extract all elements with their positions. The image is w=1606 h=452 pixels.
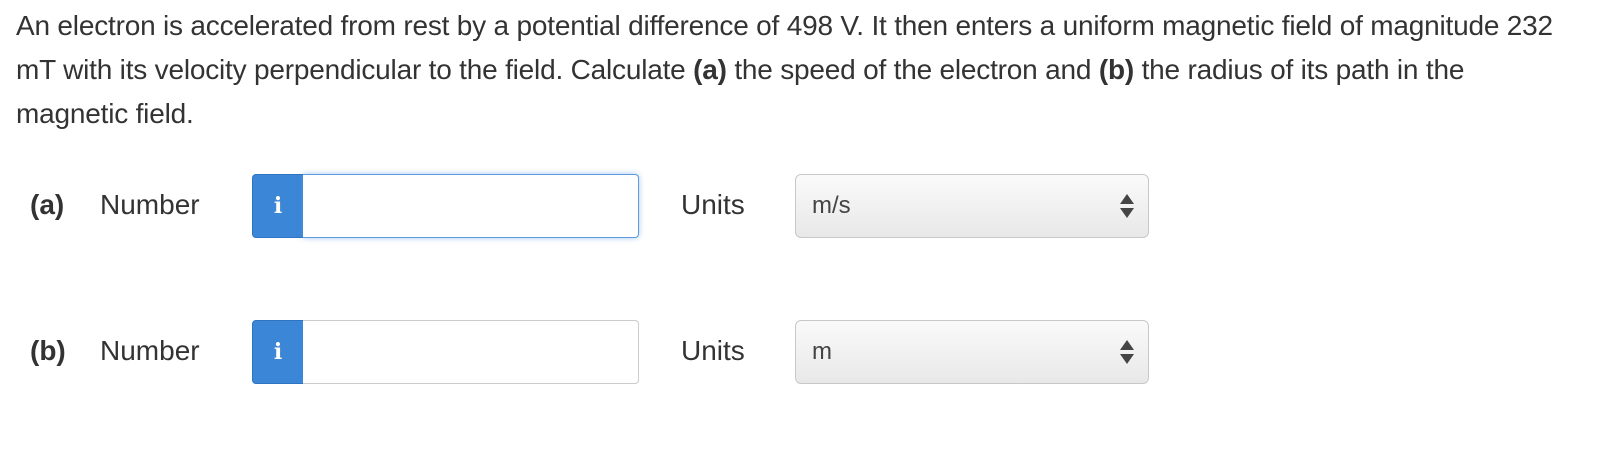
question-part-b-label: (b) [1098, 54, 1134, 85]
answer-row-a: (a) Number i Units m/s [0, 174, 1606, 240]
arrow-down-icon [1120, 354, 1134, 364]
question-text-part-2: the speed of the electron and [726, 54, 1099, 85]
number-input-b[interactable] [303, 320, 639, 384]
number-label-b: Number [100, 335, 200, 366]
question-part-a-label: (a) [693, 54, 727, 85]
info-icon[interactable]: i [252, 174, 304, 238]
units-label-a: Units [681, 189, 745, 220]
units-select-a[interactable]: m/s [795, 174, 1149, 238]
info-icon[interactable]: i [252, 320, 304, 384]
number-input-a[interactable] [303, 174, 639, 238]
question-text: An electron is accelerated from rest by … [16, 4, 1576, 136]
number-label-a: Number [100, 189, 200, 220]
answer-row-b: (b) Number i Units m [0, 320, 1606, 386]
units-label-b: Units [681, 335, 745, 366]
arrow-down-icon [1120, 208, 1134, 218]
arrow-up-icon [1120, 340, 1134, 350]
units-select-b-value: m [812, 338, 832, 365]
part-a-label: (a) [30, 189, 65, 220]
units-select-b[interactable]: m [795, 320, 1149, 384]
select-arrows-icon [1120, 340, 1134, 366]
units-select-a-value: m/s [812, 192, 851, 219]
select-arrows-icon [1120, 194, 1134, 220]
part-b-label: (b) [30, 335, 66, 366]
arrow-up-icon [1120, 194, 1134, 204]
